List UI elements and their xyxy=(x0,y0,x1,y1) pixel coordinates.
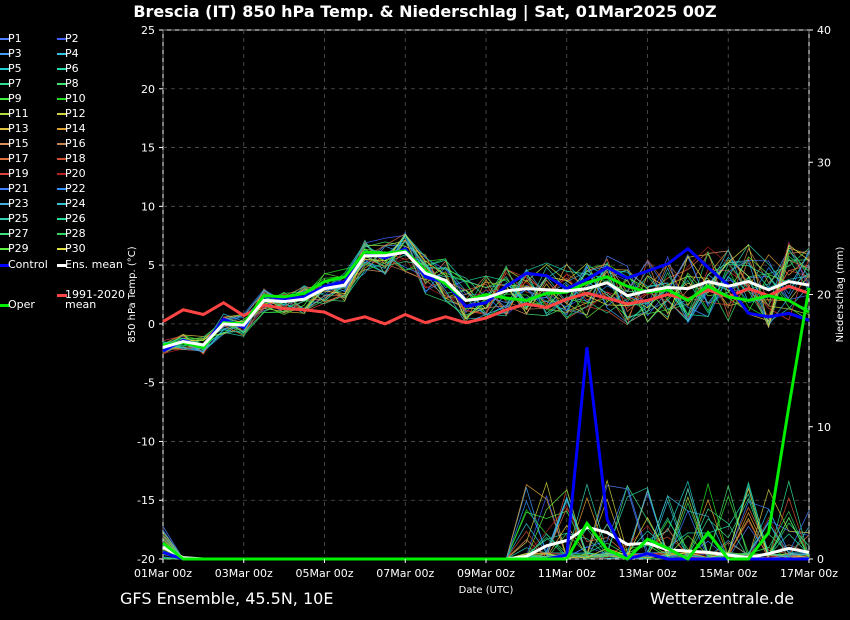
y2-tick-label: 30 xyxy=(817,156,831,169)
y2-axis-label: Niederschlag (mm) xyxy=(835,247,846,343)
y2-tick-label: 20 xyxy=(817,289,831,302)
x-tick-label: 17Mar 00z xyxy=(780,567,838,580)
x-tick-label: 07Mar 00z xyxy=(376,567,434,580)
x-tick-label: 03Mar 00z xyxy=(215,567,273,580)
y-tick-label: -15 xyxy=(137,494,155,507)
x-tick-label: 09Mar 00z xyxy=(457,567,515,580)
site-credit: Wetterzentrale.de xyxy=(650,589,795,608)
x-tick-label: 13Mar 00z xyxy=(618,567,676,580)
chart: -20 -15 -10 -5 0 5 10 15 20 25 0 10 20 30 40 01Mar 00z 0… xyxy=(127,24,846,596)
y2-tick-label: 10 xyxy=(817,421,831,434)
x-tick-label: 11Mar 00z xyxy=(538,567,596,580)
x-tick-label: 01Mar 00z xyxy=(134,567,192,580)
x-tick-label: 15Mar 00z xyxy=(699,567,757,580)
y-tick-label: 0 xyxy=(148,318,155,331)
y-tick-label: 15 xyxy=(141,142,155,155)
y-tick-label: -5 xyxy=(144,377,155,390)
y-tick-label: -10 xyxy=(137,435,155,448)
x-axis-label: Date (UTC) xyxy=(459,585,514,596)
y-tick-label: 25 xyxy=(141,24,155,37)
y-tick-label: 10 xyxy=(141,200,155,213)
y2-tick-label: 0 xyxy=(817,553,824,566)
y-tick-label: -20 xyxy=(137,553,155,566)
y-tick-label: 5 xyxy=(148,259,155,272)
x-tick-label: 05Mar 00z xyxy=(295,567,353,580)
y-axis-label: 850 hPa Temp. (°C) xyxy=(127,246,138,342)
model-info: GFS Ensemble, 45.5N, 10E xyxy=(120,589,334,608)
y-tick-label: 20 xyxy=(141,83,155,96)
y2-tick-label: 40 xyxy=(817,24,831,37)
